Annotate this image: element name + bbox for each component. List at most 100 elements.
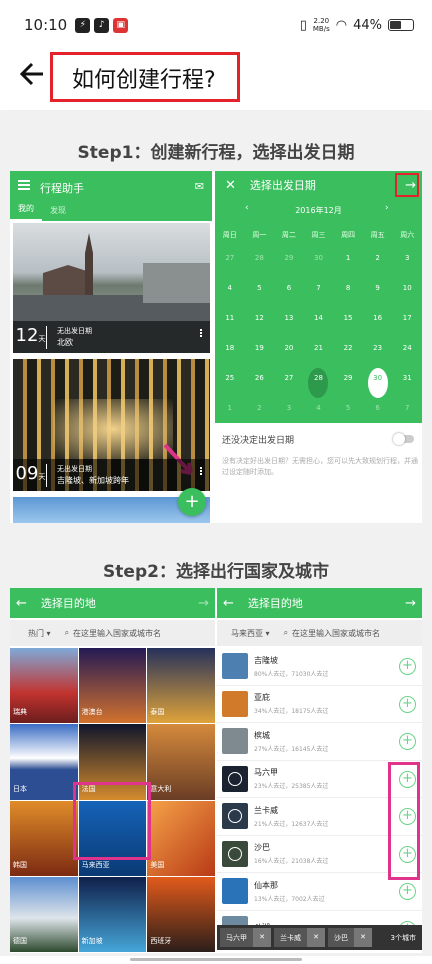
country-tile[interactable]: 新加坡 <box>78 876 147 952</box>
selected-chip[interactable]: 沙巴 ✕ <box>328 928 372 947</box>
calendar-day[interactable]: 7 <box>392 393 422 423</box>
country-tile[interactable]: 德国 <box>10 876 78 952</box>
check-icon <box>228 846 242 861</box>
city-row[interactable]: 吉隆坡 80%人去过，71030人去过 + <box>217 648 422 686</box>
calendar-day[interactable]: 15 <box>333 303 363 333</box>
back-icon[interactable]: ← <box>16 596 27 611</box>
calendar-day[interactable]: 1 <box>333 243 363 273</box>
back-icon[interactable]: ← <box>223 596 234 611</box>
search-input[interactable]: 在这里输入国家或城市名 <box>292 628 380 639</box>
search-input[interactable]: 在这里输入国家或城市名 <box>73 628 161 639</box>
city-row[interactable]: 槟城 27%人去过，16145人去过 + <box>217 723 422 761</box>
calendar-day[interactable]: 4 <box>215 273 245 303</box>
calendar-day[interactable]: 4 <box>304 393 334 423</box>
country-tile[interactable]: 港澳台 <box>78 648 147 724</box>
selected-chip[interactable]: 兰卡威 ✕ <box>274 928 325 947</box>
calendar-day-number: 5 <box>257 284 262 292</box>
calendar-day[interactable]: 14 <box>304 303 334 333</box>
country-tile[interactable]: 西班牙 <box>147 876 215 952</box>
country-tile[interactable]: 美国 <box>147 800 215 876</box>
calendar-day[interactable]: 22 <box>333 333 363 363</box>
trip-card-nordic[interactable]: 12天 无出发日期 北欧 <box>13 223 210 353</box>
country-tile[interactable]: 日本 <box>10 724 78 800</box>
trip-card-kl-sg[interactable]: 09天 无出发日期 吉隆坡、新加坡跨年 <box>13 359 210 491</box>
country-tile[interactable]: 瑞典 <box>10 648 78 724</box>
remove-icon[interactable]: ✕ <box>354 928 372 947</box>
calendar-day[interactable]: 1 <box>215 393 245 423</box>
calendar-day[interactable]: 28 <box>245 243 275 273</box>
remove-icon[interactable]: ✕ <box>307 928 325 947</box>
calendar-day[interactable]: 12 <box>245 303 275 333</box>
calendar-day[interactable]: 10 <box>392 273 422 303</box>
calendar-day[interactable]: 11 <box>215 303 245 333</box>
calendar-day-number: 18 <box>225 344 235 352</box>
calendar-day[interactable]: 27 <box>274 363 304 393</box>
add-city-button[interactable]: + <box>399 733 416 750</box>
selected-chip[interactable]: 马六甲 ✕ <box>220 928 271 947</box>
calendar-day[interactable]: 26 <box>245 363 275 393</box>
calendar-day[interactable]: 18 <box>215 333 245 363</box>
calendar-day[interactable]: 31 <box>392 363 422 393</box>
calendar-day[interactable]: 19 <box>245 333 275 363</box>
calendar-day[interactable]: 30 <box>304 243 334 273</box>
add-city-button[interactable]: + <box>399 658 416 675</box>
destination-title-left: 选择目的地 <box>40 597 96 610</box>
next-arrow-icon[interactable]: → <box>198 596 209 611</box>
calendar-day-number: 30 <box>314 254 323 262</box>
country-tile[interactable]: 韩国 <box>10 800 78 876</box>
more-icon[interactable] <box>200 467 202 469</box>
more-icon[interactable] <box>200 329 202 331</box>
calendar-day[interactable]: 8 <box>333 273 363 303</box>
calendar-day[interactable]: 9 <box>363 273 393 303</box>
calendar-day-number: 5 <box>345 404 351 412</box>
calendar-day[interactable]: 23 <box>363 333 393 363</box>
gesture-bar[interactable] <box>130 958 302 961</box>
trip-days: 09天 <box>15 463 47 487</box>
next-arrow-icon[interactable]: → <box>405 596 416 611</box>
country-tile[interactable]: 泰国 <box>147 648 215 724</box>
next-month-icon[interactable]: › <box>385 203 389 213</box>
calendar-day[interactable]: 5 <box>333 393 363 423</box>
calendar-day[interactable]: 24 <box>392 333 422 363</box>
close-icon[interactable]: ✕ <box>225 178 236 193</box>
calendar-day-number: 7 <box>404 404 410 412</box>
calendar-day[interactable]: 20 <box>274 333 304 363</box>
remove-icon[interactable]: ✕ <box>253 928 271 947</box>
calendar-day[interactable]: 17 <box>392 303 422 333</box>
calendar-day[interactable]: 25 <box>215 363 245 393</box>
trip-app-title: 行程助手 <box>40 182 84 195</box>
calendar-day[interactable]: 29 <box>274 243 304 273</box>
calendar-day[interactable]: 5 <box>245 273 275 303</box>
network-speed: 2.20 MB/s <box>313 17 330 33</box>
add-city-button[interactable]: + <box>399 695 416 713</box>
calendar-day[interactable]: 6 <box>363 393 393 423</box>
region-dropdown[interactable]: 热门 ▾ <box>10 628 59 639</box>
city-row[interactable]: 亚庇 34%人去过，18175人去过 + <box>217 686 422 723</box>
calendar-day[interactable]: 16 <box>363 303 393 333</box>
tab-discover[interactable]: 发现 <box>42 205 74 221</box>
calendar-day[interactable]: 2 <box>363 243 393 273</box>
calendar-day[interactable]: 30 <box>363 363 393 398</box>
country-dropdown[interactable]: 马来西亚 ▾ <box>217 628 278 639</box>
add-trip-button[interactable]: + <box>178 488 206 516</box>
calendar-day[interactable]: 28 <box>304 363 334 398</box>
country-tile[interactable]: 意大利 <box>147 724 215 800</box>
calendar-day[interactable]: 3 <box>392 243 422 273</box>
calendar-day[interactable]: 29 <box>333 363 363 393</box>
add-city-button[interactable]: + <box>399 883 416 900</box>
calendar-day[interactable]: 2 <box>245 393 275 423</box>
calendar-day[interactable]: 6 <box>274 273 304 303</box>
trip-days-unit: 天 <box>38 334 46 343</box>
calendar-day[interactable]: 7 <box>304 273 334 303</box>
country-label: 泰国 <box>150 708 165 717</box>
city-thumbnail <box>222 840 248 867</box>
destination-bar-left: ← 选择目的地 → <box>10 588 215 618</box>
tab-mine[interactable]: 我的 <box>10 203 42 221</box>
calendar-day[interactable]: 13 <box>274 303 304 333</box>
undecided-toggle[interactable] <box>393 433 414 445</box>
calendar-day[interactable]: 27 <box>215 243 245 273</box>
step2-screenshot: ← 选择目的地 → ← 选择目的地 → 热门 ▾ ⌕ 在这里输入国家或城市名 马… <box>10 588 422 953</box>
calendar-day[interactable]: 3 <box>274 393 304 423</box>
app-bar: 如何创建行程? <box>0 48 432 110</box>
calendar-day[interactable]: 21 <box>304 333 334 363</box>
